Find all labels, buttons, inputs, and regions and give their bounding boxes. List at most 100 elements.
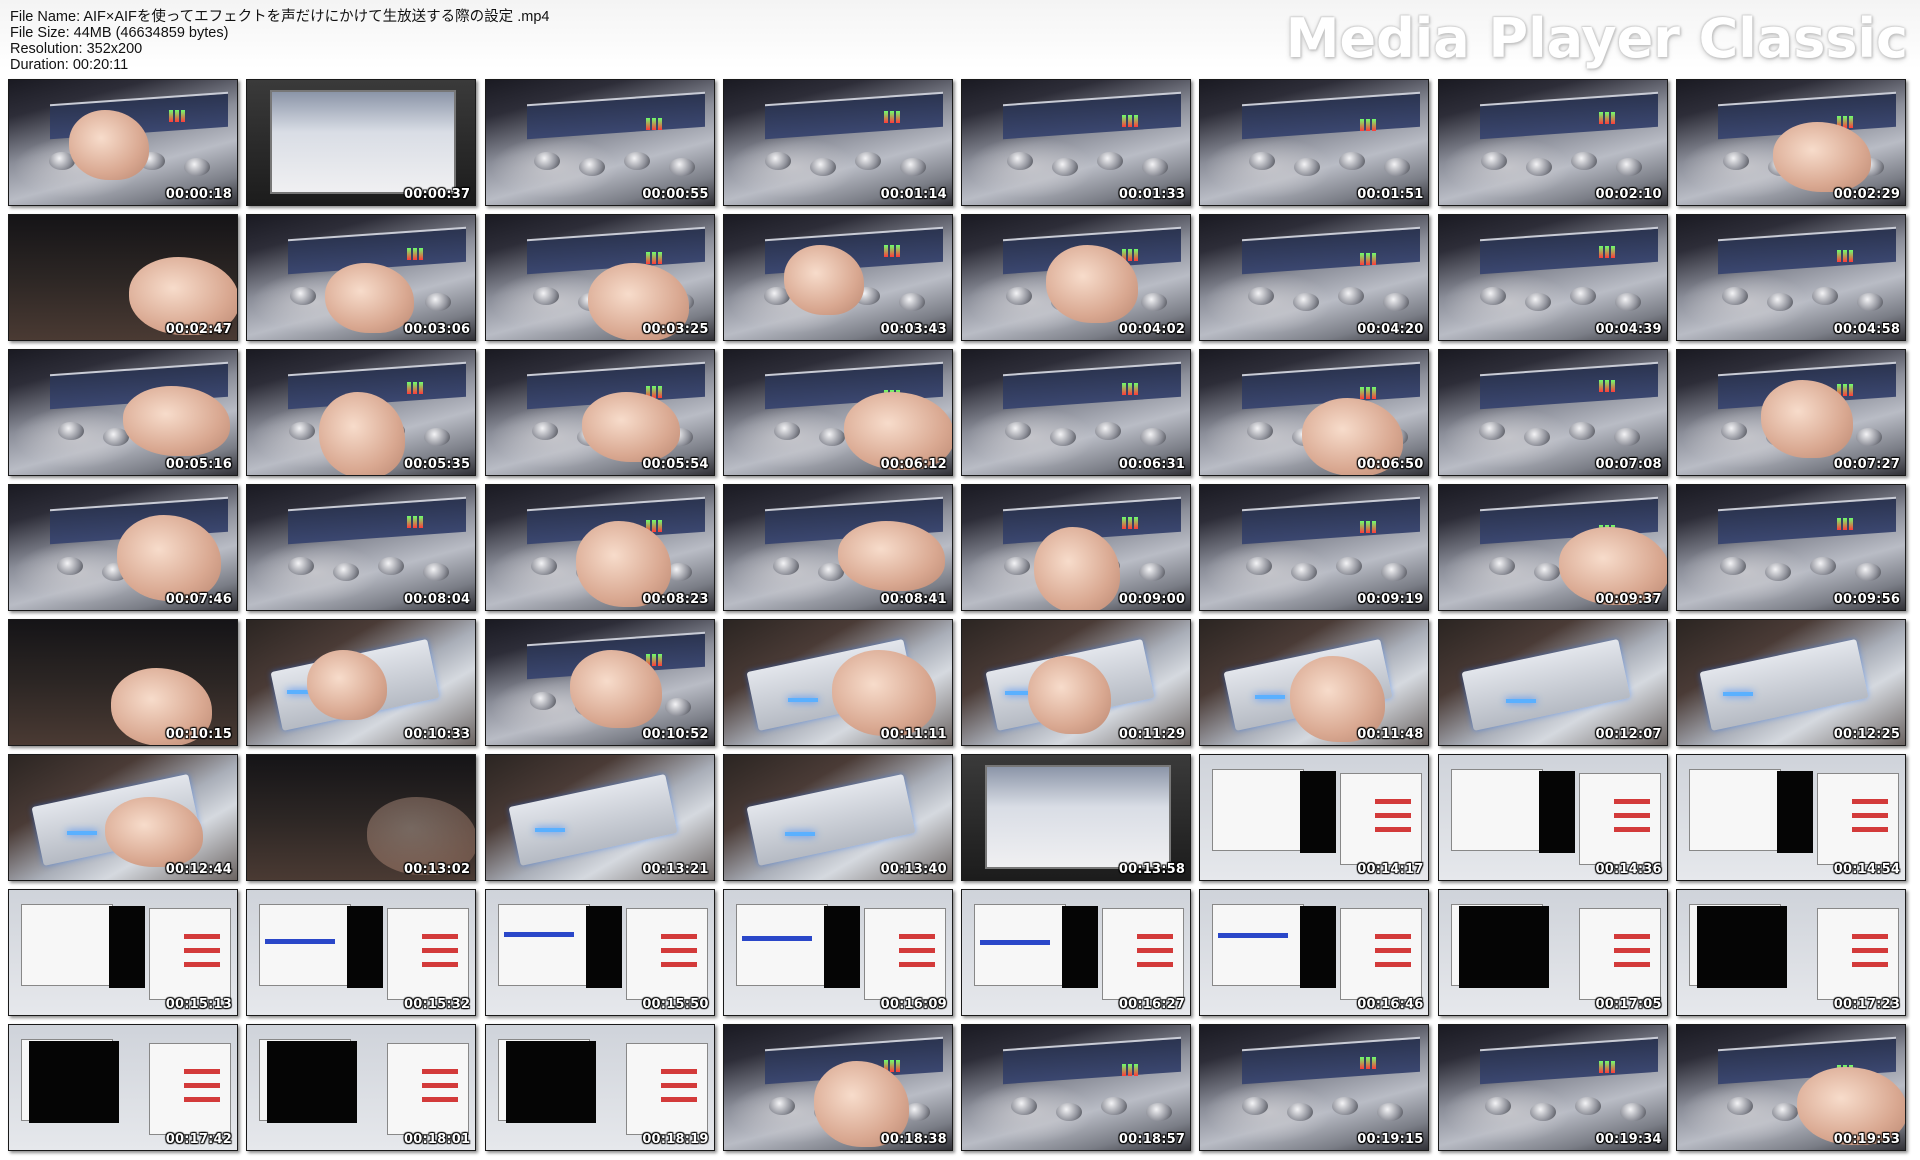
thumbnail[interactable]: 00:15:32 bbox=[246, 889, 477, 1016]
thumbnail[interactable]: 00:04:20 bbox=[1199, 214, 1430, 341]
red-button-icon bbox=[1613, 799, 1650, 804]
thumbnail[interactable]: 00:04:39 bbox=[1437, 214, 1668, 341]
thumbnail[interactable]: 00:13:02 bbox=[246, 754, 477, 881]
mixer-panel bbox=[1479, 91, 1658, 139]
level-meter-icon bbox=[1122, 1064, 1127, 1076]
thumbnail[interactable]: 00:00:18 bbox=[8, 79, 238, 206]
thumbnail[interactable]: 00:11:29 bbox=[961, 619, 1192, 746]
thumbnail[interactable]: 00:01:33 bbox=[961, 79, 1192, 206]
thumbnail[interactable]: 00:09:37 bbox=[1437, 484, 1668, 611]
level-meter-icon bbox=[407, 516, 412, 528]
thumbnail[interactable]: 00:08:23 bbox=[484, 484, 715, 611]
level-meter-icon bbox=[1610, 380, 1615, 392]
mixer-panel bbox=[1003, 361, 1182, 409]
thumbnail[interactable]: 00:05:16 bbox=[8, 349, 238, 476]
thumbnail[interactable]: 00:17:23 bbox=[1676, 889, 1907, 1016]
thumbnail[interactable]: 00:18:57 bbox=[961, 1024, 1192, 1151]
thumbnail[interactable]: 00:01:51 bbox=[1199, 79, 1430, 206]
dialog-window bbox=[1212, 904, 1305, 986]
thumbnail[interactable]: 00:07:46 bbox=[8, 484, 238, 611]
thumbnail[interactable]: 00:19:15 bbox=[1199, 1024, 1430, 1151]
thumbnail[interactable]: 00:12:07 bbox=[1437, 619, 1668, 746]
thumbnail[interactable]: 00:10:52 bbox=[484, 619, 715, 746]
thumbnail[interactable]: 00:12:44 bbox=[8, 754, 238, 881]
thumbnail[interactable]: 00:17:42 bbox=[8, 1024, 238, 1151]
thumbnail[interactable]: 00:15:13 bbox=[8, 889, 238, 1016]
settings-panel bbox=[149, 908, 231, 1000]
thumbnail[interactable]: 00:13:21 bbox=[484, 754, 715, 881]
thumbnail[interactable]: 00:09:56 bbox=[1676, 484, 1907, 611]
timestamp: 00:12:07 bbox=[1595, 727, 1662, 742]
thumbnail[interactable]: 00:02:47 bbox=[8, 214, 238, 341]
thumbnail[interactable]: 00:16:46 bbox=[1199, 889, 1430, 1016]
level-meter-icon bbox=[1122, 383, 1127, 395]
thumbnail[interactable]: 00:16:27 bbox=[961, 889, 1192, 1016]
thumbnail[interactable]: 00:13:58 bbox=[961, 754, 1192, 881]
thumbnail[interactable]: 00:03:25 bbox=[484, 214, 715, 341]
thumbnail[interactable]: 00:03:43 bbox=[722, 214, 953, 341]
thumbnail[interactable]: 00:18:01 bbox=[246, 1024, 477, 1151]
thumbnail[interactable]: 00:10:15 bbox=[8, 619, 238, 746]
knob-icon bbox=[1101, 1097, 1128, 1115]
mixer-panel bbox=[1003, 91, 1182, 139]
level-meter-icon bbox=[657, 386, 662, 398]
thumbnail[interactable]: 00:08:04 bbox=[246, 484, 477, 611]
thumbnail[interactable]: 00:11:48 bbox=[1199, 619, 1430, 746]
thumbnail[interactable]: 00:17:05 bbox=[1437, 889, 1668, 1016]
thumbnail[interactable]: 00:00:55 bbox=[484, 79, 715, 206]
thumbnail[interactable]: 00:12:25 bbox=[1676, 619, 1907, 746]
timestamp: 00:10:52 bbox=[642, 727, 709, 742]
thumbnail[interactable]: 00:14:54 bbox=[1676, 754, 1907, 881]
thumbnail[interactable]: 00:19:34 bbox=[1437, 1024, 1668, 1151]
video-preview bbox=[267, 1041, 358, 1123]
thumbnail[interactable]: 00:06:31 bbox=[961, 349, 1192, 476]
settings-panel bbox=[863, 908, 946, 1000]
timestamp: 00:11:11 bbox=[880, 727, 947, 742]
thumbnail[interactable]: 00:07:08 bbox=[1437, 349, 1668, 476]
red-button-icon bbox=[660, 1069, 697, 1074]
thumbnail[interactable]: 00:13:40 bbox=[722, 754, 953, 881]
thumbnail[interactable]: 00:16:09 bbox=[722, 889, 953, 1016]
thumbnail[interactable]: 00:01:14 bbox=[722, 79, 953, 206]
thumbnail[interactable]: 00:15:50 bbox=[484, 889, 715, 1016]
thumbnail[interactable]: 00:02:10 bbox=[1437, 79, 1668, 206]
thumbnail[interactable]: 00:08:41 bbox=[722, 484, 953, 611]
thumbnail[interactable]: 00:11:11 bbox=[722, 619, 953, 746]
thumbnail[interactable]: 00:18:19 bbox=[484, 1024, 715, 1151]
thumbnail[interactable]: 00:00:37 bbox=[246, 79, 477, 206]
red-button-icon bbox=[1375, 962, 1412, 967]
dialog-window bbox=[1450, 769, 1543, 851]
thumbnail[interactable]: 00:10:33 bbox=[246, 619, 477, 746]
thumbnail[interactable]: 00:14:36 bbox=[1437, 754, 1668, 881]
thumbnail[interactable]: 00:06:12 bbox=[722, 349, 953, 476]
thumbnail[interactable]: 00:09:00 bbox=[961, 484, 1192, 611]
level-meter-icon bbox=[1372, 119, 1377, 131]
knob-icon bbox=[1056, 1103, 1083, 1121]
thumbnail[interactable]: 00:18:38 bbox=[722, 1024, 953, 1151]
duration: Duration: 00:20:11 bbox=[10, 57, 129, 73]
monitor-screen bbox=[984, 765, 1172, 869]
thumbnail[interactable]: 00:05:35 bbox=[246, 349, 477, 476]
red-button-icon bbox=[422, 948, 459, 953]
thumbnail[interactable]: 00:03:06 bbox=[246, 214, 477, 341]
level-meter-icon bbox=[1360, 119, 1365, 131]
red-button-icon bbox=[422, 1083, 459, 1088]
level-meter-icon bbox=[1360, 1057, 1365, 1069]
level-meter-icon bbox=[883, 245, 888, 257]
thumbnail[interactable]: 00:04:02 bbox=[961, 214, 1192, 341]
thumbnail[interactable]: 00:06:50 bbox=[1199, 349, 1430, 476]
thumbnail[interactable]: 00:09:19 bbox=[1199, 484, 1430, 611]
red-button-icon bbox=[184, 934, 220, 939]
timestamp: 00:14:54 bbox=[1833, 862, 1901, 877]
timestamp: 00:11:48 bbox=[1357, 727, 1424, 742]
thumbnail[interactable]: 00:02:29 bbox=[1676, 79, 1907, 206]
knob-icon bbox=[1336, 557, 1363, 575]
level-meter-icon bbox=[1604, 112, 1609, 124]
thumbnail[interactable]: 00:04:58 bbox=[1676, 214, 1907, 341]
mixer-panel bbox=[1718, 226, 1896, 274]
thumbnail[interactable]: 00:19:53 bbox=[1676, 1024, 1907, 1151]
thumbnail[interactable]: 00:07:27 bbox=[1676, 349, 1907, 476]
timestamp: 00:09:19 bbox=[1357, 592, 1424, 607]
thumbnail[interactable]: 00:05:54 bbox=[484, 349, 715, 476]
thumbnail[interactable]: 00:14:17 bbox=[1199, 754, 1430, 881]
